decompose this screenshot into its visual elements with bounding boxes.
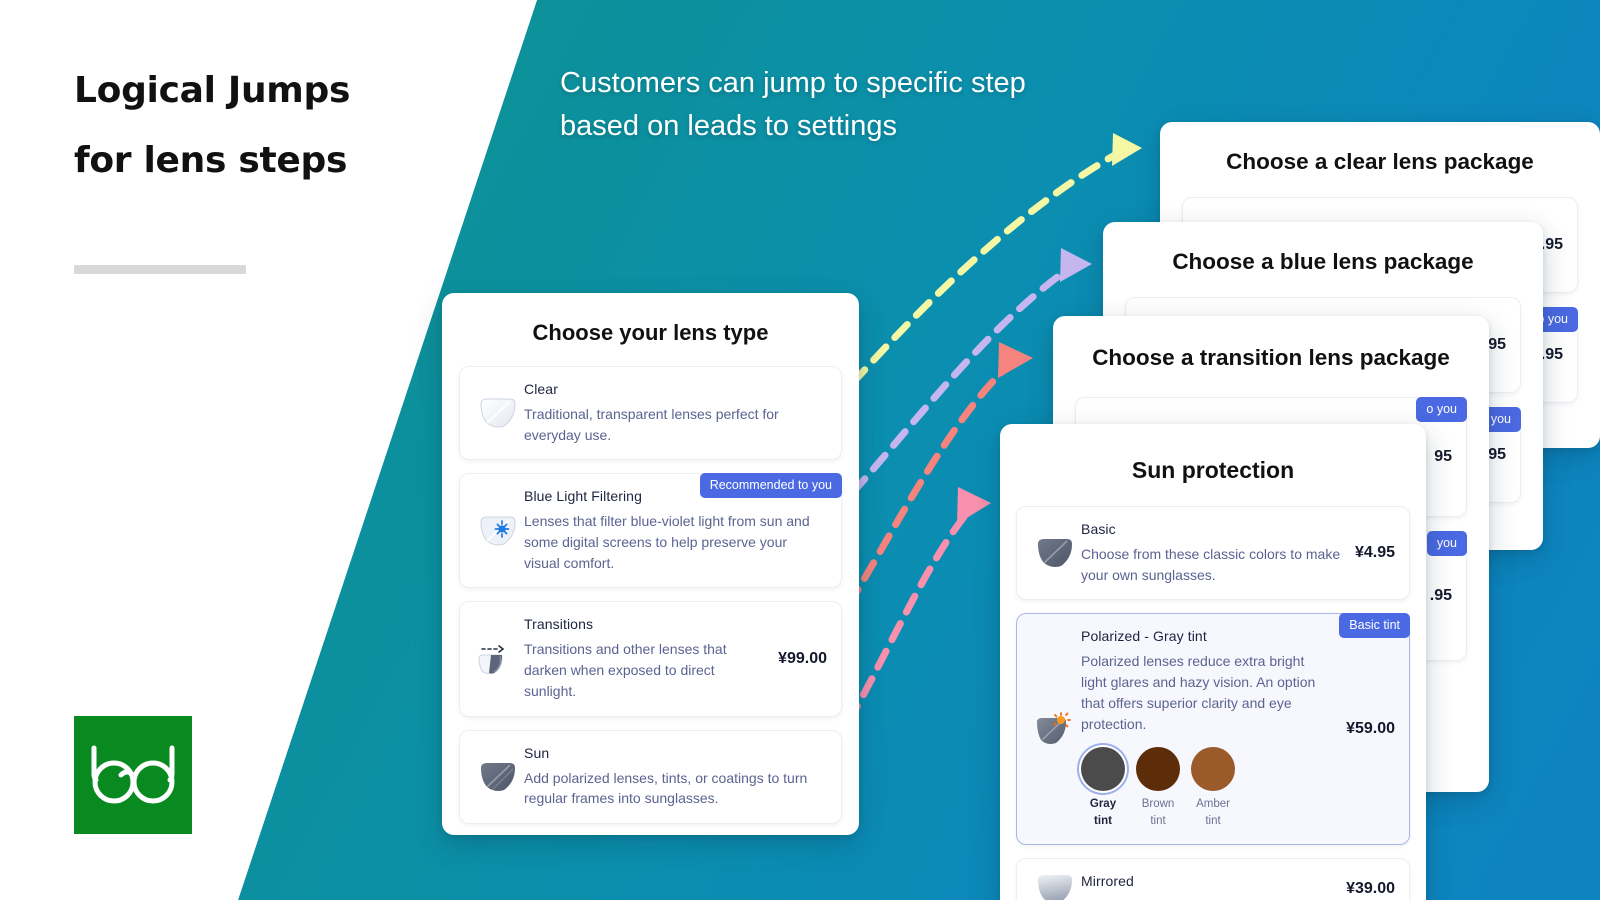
clear-lens-icon <box>472 397 524 429</box>
page-title: Logical Jumps for lens steps <box>74 70 351 182</box>
option-description: Polarized lenses reduce extra bright lig… <box>1081 653 1316 732</box>
card-title: Choose a transition lens package <box>1092 345 1450 370</box>
option-description: Traditional, transparent lenses perfect … <box>524 405 779 443</box>
sun-lens-icon <box>1029 537 1081 569</box>
card-title: Choose a blue lens package <box>1172 249 1474 274</box>
lens-option-sun[interactable]: Sun Add polarized lenses, tints, or coat… <box>459 729 842 825</box>
option-description: Add polarized lenses, tints, or coatings… <box>524 769 808 807</box>
lens-type-card[interactable]: Choose your lens type Clear Traditional,… <box>442 293 859 835</box>
option-price: .95 <box>1540 236 1563 254</box>
option-name: Transitions <box>524 616 594 633</box>
tint-color-dot <box>1191 747 1235 792</box>
sun-lens-icon <box>472 761 524 793</box>
option-price: ¥39.00 <box>1346 879 1395 897</box>
option-price: .95 <box>1540 346 1563 364</box>
tint-color-dot <box>1081 747 1125 792</box>
card-title: Choose a clear lens package <box>1226 149 1534 174</box>
brand-logo <box>74 716 192 834</box>
card-title: Choose your lens type <box>532 320 769 345</box>
lens-option-blue-light[interactable]: Recommended to you Blue Light Filtering <box>459 473 842 589</box>
recommended-badge: you <box>1426 531 1467 557</box>
sun-option-mirrored[interactable]: Mirrored ¥39.00 <box>1016 857 1410 900</box>
polarized-lens-icon <box>1029 712 1081 746</box>
tint-swatch-amber[interactable]: Amber tint <box>1191 747 1235 829</box>
option-description: Transitions and other lenses that darken… <box>524 641 727 699</box>
lens-option-transitions[interactable]: Transitions Transitions and other lenses… <box>459 601 842 717</box>
option-description: Lenses that filter blue-violet light fro… <box>524 513 810 571</box>
transitions-lens-icon <box>472 642 524 676</box>
tint-label: Gray tint <box>1089 798 1117 828</box>
option-name: Sun <box>524 744 550 761</box>
option-price: 95 <box>1434 448 1452 466</box>
tint-swatch-brown[interactable]: Brown tint <box>1136 747 1180 829</box>
slide-canvas: Logical Jumps for lens steps Customers c… <box>0 0 1600 900</box>
option-price: ¥59.00 <box>1346 720 1395 738</box>
option-price: ¥99.00 <box>778 650 827 667</box>
option-name: Polarized - Gray tint <box>1081 628 1207 645</box>
tint-swatch-gray[interactable]: Gray tint <box>1081 747 1125 829</box>
option-description: Choose from these classic colors to make… <box>1081 546 1341 583</box>
lens-option-clear[interactable]: Clear Traditional, transparent lenses pe… <box>459 365 842 461</box>
option-name: Mirrored <box>1081 872 1134 889</box>
sun-protection-card[interactable]: Sun protection Basic Choose from these c… <box>1000 424 1426 900</box>
blue-light-lens-icon <box>472 515 524 547</box>
option-name: Clear <box>524 380 558 397</box>
tint-label: Amber tint <box>1196 798 1230 828</box>
tint-swatch-group: Gray tint Brown tint Amber tint <box>1081 747 1332 829</box>
option-price: .95 <box>1429 587 1452 605</box>
recommended-badge: o you <box>1416 397 1467 423</box>
card-title: Sun protection <box>1131 457 1295 483</box>
mirrored-lens-icon <box>1029 873 1081 900</box>
divider <box>74 265 246 274</box>
recommended-badge: Recommended to you <box>699 473 842 499</box>
option-name: Basic <box>1081 521 1116 538</box>
tint-color-dot <box>1136 747 1180 792</box>
subtitle: Customers can jump to specific step base… <box>560 67 1026 142</box>
sun-option-polarized[interactable]: Basic tint Polarized - Gray tint Polariz… <box>1016 613 1410 845</box>
tint-label: Brown tint <box>1141 798 1175 828</box>
basic-tint-badge: Basic tint <box>1339 613 1410 639</box>
eyeglasses-icon <box>91 745 175 804</box>
sun-option-basic[interactable]: Basic Choose from these classic colors t… <box>1016 506 1410 601</box>
option-price: ¥4.95 <box>1354 544 1395 562</box>
